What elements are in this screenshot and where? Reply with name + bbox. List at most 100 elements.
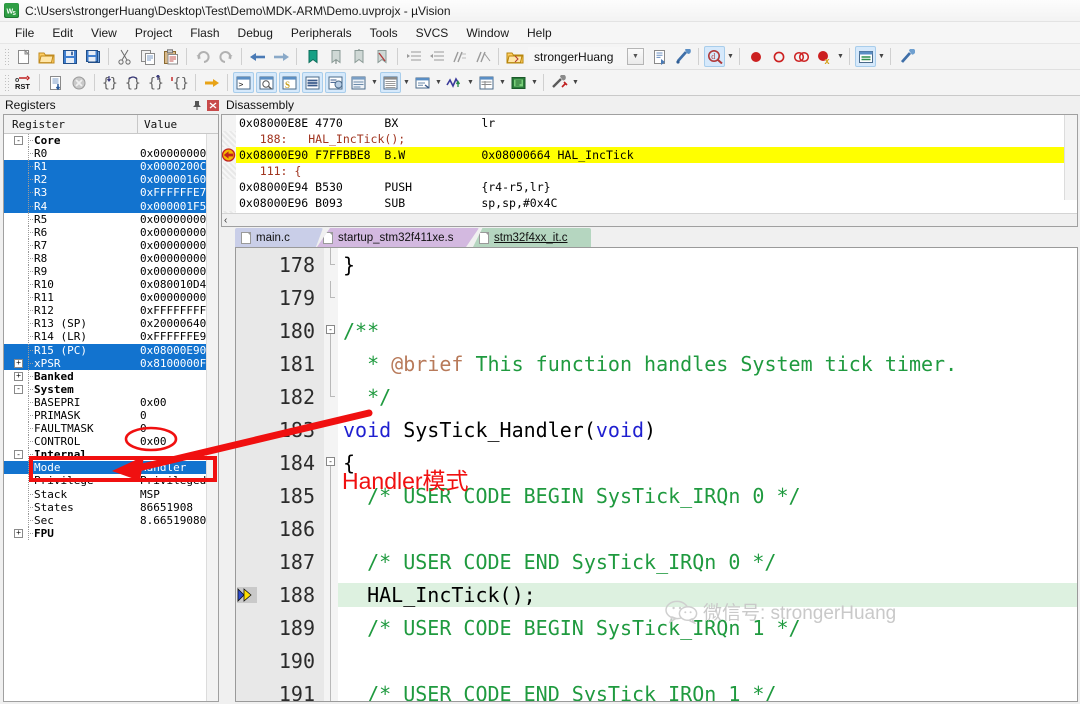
new-file-icon[interactable] (13, 46, 34, 67)
register-row[interactable]: R11 0x00000000 (4, 291, 218, 305)
outdent-icon[interactable] (426, 46, 447, 67)
toolbar-grip[interactable] (4, 47, 9, 66)
reset-icon[interactable]: o RST (13, 72, 34, 93)
register-row[interactable]: + xPSR 0x8100000F (4, 356, 218, 370)
fold-gutter[interactable] (324, 380, 338, 413)
chevron-down-icon[interactable]: ▼ (402, 72, 411, 93)
register-row[interactable]: + Banked (4, 369, 218, 383)
disassembly-horizontal-scrollbar[interactable]: ‹ (222, 213, 1077, 226)
register-row[interactable]: R3 0xFFFFFFE7 (4, 186, 218, 200)
uncomment-icon[interactable] (472, 46, 493, 67)
fold-gutter[interactable] (324, 347, 338, 380)
chevron-down-icon[interactable]: ▼ (877, 46, 886, 67)
fold-gutter[interactable]: - (324, 446, 338, 479)
register-row[interactable]: R14 (LR) 0xFFFFFFE9 (4, 330, 218, 344)
disassembly-gutter[interactable] (222, 179, 236, 195)
toolbar-grip[interactable] (4, 73, 9, 92)
step-into-icon[interactable]: {} (100, 72, 121, 93)
stop-icon[interactable] (68, 72, 89, 93)
disassembly-source-line[interactable]: 111: { (222, 163, 1077, 179)
register-row[interactable]: R6 0x00000000 (4, 225, 218, 239)
register-row[interactable]: R0 0x00000000 (4, 147, 218, 161)
register-row[interactable]: R4 0x000001F5 (4, 199, 218, 213)
enable-breakpoint-icon[interactable] (768, 46, 789, 67)
chevron-down-icon[interactable]: ▼ (627, 48, 644, 65)
disassembly-gutter[interactable] (222, 147, 236, 163)
disassembly-instruction-line[interactable]: 0x08000E90 F7FFBBE8 B.W 0x08000664 HAL_I… (222, 147, 1077, 163)
collapse-toggle-icon[interactable]: - (14, 384, 23, 394)
menu-flash[interactable]: Flash (181, 23, 228, 43)
close-icon[interactable] (205, 98, 221, 113)
kill-all-breakpoints-icon[interactable]: x (814, 46, 835, 67)
target-options-icon[interactable] (504, 46, 525, 67)
code-line[interactable]: 186 (258, 512, 1077, 545)
run-to-cursor-icon[interactable]: {} (169, 72, 190, 93)
menu-peripherals[interactable]: Peripherals (282, 23, 361, 43)
bookmark-next-icon[interactable] (348, 46, 369, 67)
symbols-window-icon[interactable]: S (279, 72, 300, 93)
disable-all-breakpoints-icon[interactable] (791, 46, 812, 67)
register-row[interactable]: R12 0xFFFFFFFF (4, 304, 218, 318)
register-row[interactable]: + FPU (4, 526, 218, 540)
register-row[interactable]: - Internal (4, 448, 218, 462)
editor-tab[interactable]: stm32f4xx_it.c (473, 228, 591, 247)
menu-edit[interactable]: Edit (43, 23, 82, 43)
register-row[interactable]: R10 0x080010D4 (4, 278, 218, 292)
code-line[interactable]: 180-/** (258, 314, 1077, 347)
expand-toggle-icon[interactable]: + (14, 358, 23, 368)
utilities-icon[interactable] (896, 46, 917, 67)
register-row[interactable]: Mode Handler (4, 461, 218, 475)
fold-gutter[interactable] (324, 545, 338, 578)
step-over-icon[interactable]: {} (123, 72, 144, 93)
copy-icon[interactable] (137, 46, 158, 67)
chevron-down-icon[interactable]: ▼ (726, 46, 735, 67)
register-row[interactable]: PRIMASK 0 (4, 409, 218, 423)
disassembly-gutter[interactable] (222, 163, 236, 179)
register-row[interactable]: R8 0x00000000 (4, 251, 218, 265)
code-line[interactable]: 179 (258, 281, 1077, 314)
system-viewer-icon[interactable] (508, 72, 529, 93)
start-debug-icon[interactable]: d (704, 46, 725, 67)
comment-icon[interactable] (449, 46, 470, 67)
menu-window[interactable]: Window (457, 23, 518, 43)
register-row[interactable]: R5 0x00000000 (4, 212, 218, 226)
disassembly-window-icon[interactable] (256, 72, 277, 93)
register-row[interactable]: BASEPRI 0x00 (4, 395, 218, 409)
register-row[interactable]: Privilege Privileged (4, 474, 218, 488)
code-line[interactable]: 191 /* USER CODE END SysTick_IRQn 1 */ (258, 677, 1077, 701)
paste-icon[interactable] (160, 46, 181, 67)
disassembly-instruction-line[interactable]: 0x08000E96 B093 SUB sp,sp,#0x4C (222, 195, 1077, 211)
fold-gutter[interactable] (324, 248, 338, 281)
editor-tab[interactable]: startup_stm32f411xe.s (317, 228, 479, 247)
register-row[interactable]: R9 0x00000000 (4, 264, 218, 278)
watch-window-icon[interactable] (348, 72, 369, 93)
cut-icon[interactable] (114, 46, 135, 67)
save-all-icon[interactable] (82, 46, 103, 67)
pin-icon[interactable] (189, 98, 205, 113)
save-icon[interactable] (59, 46, 80, 67)
code-line[interactable]: 181 * @brief This function handles Syste… (258, 347, 1077, 380)
memory-window-icon[interactable] (855, 46, 876, 67)
register-row[interactable]: R1 0x0000200C (4, 160, 218, 174)
register-row[interactable]: FAULTMASK 0 (4, 422, 218, 436)
register-row[interactable]: - Core (4, 134, 218, 148)
chevron-down-icon[interactable]: ▼ (466, 72, 475, 93)
fold-gutter[interactable] (324, 644, 338, 677)
register-row[interactable]: States 86651908 (4, 500, 218, 514)
navigate-forward-icon[interactable] (270, 46, 291, 67)
analysis-window-icon[interactable] (444, 72, 465, 93)
indent-icon[interactable] (403, 46, 424, 67)
menu-view[interactable]: View (82, 23, 126, 43)
batch-build-icon[interactable] (649, 46, 670, 67)
disassembly-gutter[interactable] (222, 131, 236, 147)
fold-gutter[interactable] (324, 677, 338, 701)
registers-window-icon[interactable] (302, 72, 323, 93)
disassembly-instruction-line[interactable]: 0x08000E8E 4770 BX lr (222, 115, 1077, 131)
disassembly-source-line[interactable]: 188: HAL_IncTick(); (222, 131, 1077, 147)
menu-file[interactable]: File (6, 23, 43, 43)
chevron-down-icon[interactable]: ▼ (498, 72, 507, 93)
fold-gutter[interactable] (324, 413, 338, 446)
menu-debug[interactable]: Debug (229, 23, 282, 43)
next-statement-arrow-icon[interactable] (237, 587, 257, 606)
breakpoint-gutter[interactable] (236, 248, 258, 701)
